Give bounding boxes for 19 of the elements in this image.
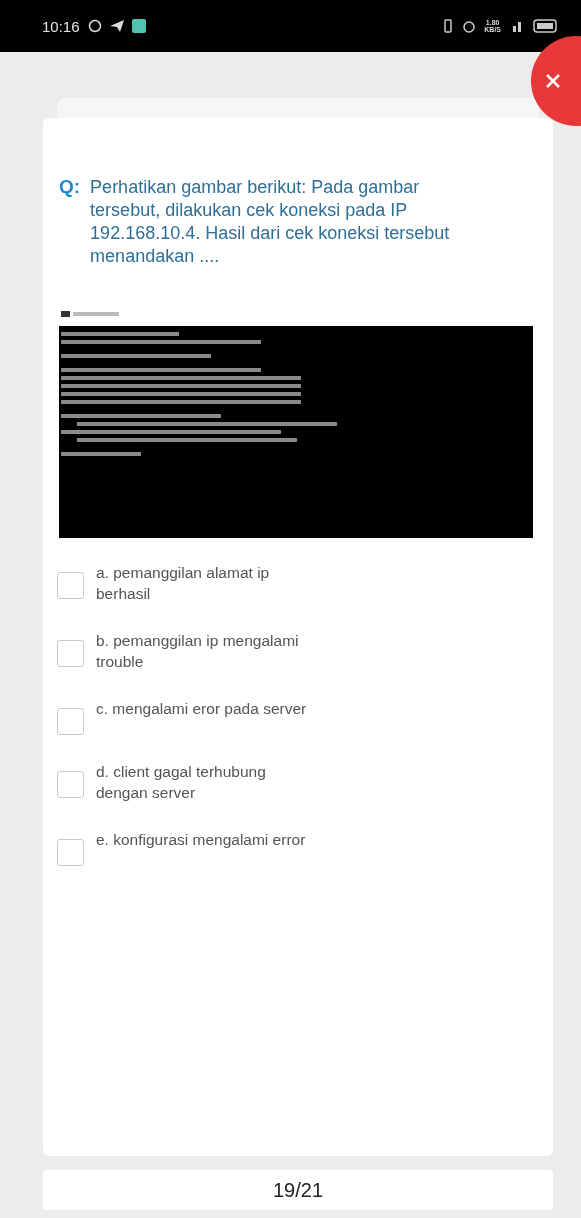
option-checkbox[interactable] (57, 640, 84, 667)
option-checkbox[interactable] (57, 572, 84, 599)
option-label[interactable]: e. konfigurasi mengalami error (96, 829, 316, 850)
close-icon (545, 73, 561, 89)
question-text: Perhatikan gambar berikut: Pada gambar tersebut, dilakukan cek koneksi pada IP 192.168.10.4. Hasil dari cek koneksi tersebut menandakan .... (90, 176, 451, 268)
option-checkbox[interactable] (57, 708, 84, 735)
send-icon (109, 20, 124, 32)
option-checkbox[interactable] (57, 771, 84, 798)
option-label[interactable]: c. mengalami eror pada server (96, 698, 316, 719)
clock-time: 10:16 (42, 17, 80, 35)
option-checkbox[interactable] (57, 839, 84, 866)
page-counter: 19/21 (43, 1170, 553, 1210)
app-icon (131, 19, 146, 33)
option-label[interactable]: d. client gagal terhubung dengan server (96, 761, 316, 803)
vibrate-icon (442, 19, 455, 33)
question-prefix: Q: (59, 176, 81, 199)
battery-icon (533, 19, 559, 33)
option-label[interactable]: a. pemanggilan alamat ip berhasil (96, 562, 316, 604)
option-label[interactable]: b. pemanggilan ip mengalami trouble (96, 630, 316, 672)
